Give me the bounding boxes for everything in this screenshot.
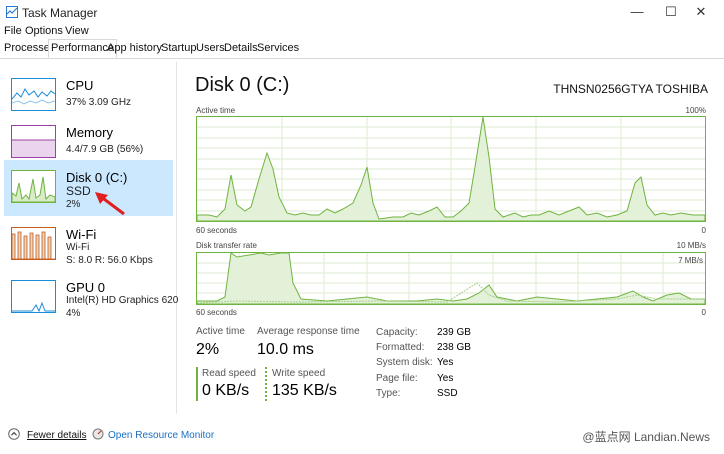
- tab-services[interactable]: Services: [255, 40, 301, 57]
- resource-monitor-icon: [92, 428, 104, 440]
- fewer-details-link[interactable]: Fewer details: [27, 430, 86, 441]
- capacity-value: 239 GB: [437, 327, 471, 338]
- sidebar-cpu-usage: 37% 3.09 GHz: [66, 97, 132, 108]
- read-speed-value: 0 KB/s: [202, 382, 250, 399]
- active-time-label: Active time: [196, 326, 245, 337]
- open-resource-monitor-link[interactable]: Open Resource Monitor: [108, 430, 214, 441]
- transfer-rate-graph-min: 0: [701, 308, 706, 317]
- active-time-graph-min: 0: [701, 226, 706, 235]
- type-label: Type:: [376, 388, 401, 399]
- watermark: @蓝点网 Landian.News: [582, 430, 710, 444]
- tab-strip: Processes Performance App history Startu…: [0, 39, 724, 59]
- type-value: SSD: [437, 388, 458, 399]
- transfer-rate-graph-max: 10 MB/s: [676, 241, 706, 250]
- formatted-label: Formatted:: [376, 342, 425, 353]
- task-manager-icon: [6, 6, 18, 18]
- tab-app-history[interactable]: App history: [105, 40, 164, 57]
- title-bar: Task Manager — ☐ ✕: [0, 0, 724, 24]
- sidebar-gpu-name: GPU 0: [66, 280, 106, 295]
- read-speed-label: Read speed: [202, 368, 256, 379]
- capacity-label: Capacity:: [376, 327, 418, 338]
- sidebar-gpu-model: Intel(R) HD Graphics 620: [66, 295, 179, 306]
- wifi-thumbnail-graph: [11, 227, 56, 260]
- active-time-graph-label: Active time: [196, 106, 236, 115]
- cpu-thumbnail-graph: [11, 78, 56, 111]
- transfer-rate-graph-span: 60 seconds: [196, 308, 237, 317]
- sidebar-disk-type: SSD: [66, 184, 91, 198]
- transfer-rate-graph-secondary-scale: 7 MB/s: [678, 256, 703, 265]
- sidebar-wifi-name: Wi-Fi: [66, 227, 97, 242]
- page-file-label: Page file:: [376, 373, 418, 384]
- system-disk-label: System disk:: [376, 357, 433, 368]
- sidebar-disk-name: Disk 0 (C:): [66, 170, 128, 185]
- sidebar-item-wifi[interactable]: Wi-Fi Wi-Fi S: 8.0 R: 56.0 Kbps: [4, 217, 173, 273]
- footer-bar: Fewer details Open Resource Monitor @蓝点网…: [0, 424, 724, 454]
- transfer-rate-graph: 7 MB/s: [196, 252, 706, 305]
- disk-thumbnail-graph: [11, 170, 56, 203]
- sidebar-memory-usage: 4.4/7.9 GB (56%): [66, 144, 144, 155]
- chevron-up-icon[interactable]: [8, 428, 20, 440]
- sidebar-wifi-adapter: Wi-Fi: [66, 242, 90, 253]
- menu-bar: File Options View: [0, 24, 724, 39]
- close-button[interactable]: ✕: [678, 0, 724, 24]
- menu-options[interactable]: Options: [25, 25, 63, 37]
- sidebar-memory-name: Memory: [66, 125, 113, 140]
- menu-view[interactable]: View: [65, 25, 89, 37]
- page-file-value: Yes: [437, 373, 454, 384]
- formatted-value: 238 GB: [437, 342, 471, 353]
- tab-details[interactable]: Details: [222, 40, 260, 57]
- sidebar-wifi-throughput: S: 8.0 R: 56.0 Kbps: [66, 255, 153, 266]
- sidebar-cpu-name: CPU: [66, 78, 94, 93]
- read-speed-indicator: [196, 367, 198, 401]
- sidebar-item-disk[interactable]: Disk 0 (C:) SSD 2%: [4, 160, 173, 216]
- red-arrow-annotation: [95, 192, 125, 216]
- avg-response-value: 10.0 ms: [257, 341, 314, 358]
- write-speed-indicator: [265, 367, 267, 401]
- resource-sidebar: CPU 37% 3.09 GHz Memory 4.4/7.9 GB (56%)…: [0, 62, 178, 414]
- disk-model: THNSN0256GTYA TOSHIBA: [553, 82, 708, 96]
- active-time-graph: [196, 116, 706, 222]
- transfer-rate-graph-label: Disk transfer rate: [196, 241, 257, 250]
- window-title: Task Manager: [22, 6, 98, 20]
- active-time-value: 2%: [196, 341, 220, 358]
- sidebar-disk-usage: 2%: [66, 199, 81, 210]
- page-title: Disk 0 (C:): [195, 74, 290, 96]
- tab-startup[interactable]: Startup: [159, 40, 198, 57]
- menu-file[interactable]: File: [4, 25, 22, 37]
- avg-response-label: Average response time: [257, 326, 360, 337]
- write-speed-value: 135 KB/s: [272, 382, 337, 399]
- gpu-thumbnail-graph: [11, 280, 56, 313]
- active-time-graph-span: 60 seconds: [196, 226, 237, 235]
- write-speed-label: Write speed: [272, 368, 326, 379]
- system-disk-value: Yes: [437, 357, 454, 368]
- memory-thumbnail-graph: [11, 125, 56, 158]
- sidebar-item-gpu[interactable]: GPU 0 Intel(R) HD Graphics 620 4%: [4, 270, 178, 326]
- active-time-graph-max: 100%: [685, 106, 706, 115]
- sidebar-gpu-usage: 4%: [66, 308, 81, 319]
